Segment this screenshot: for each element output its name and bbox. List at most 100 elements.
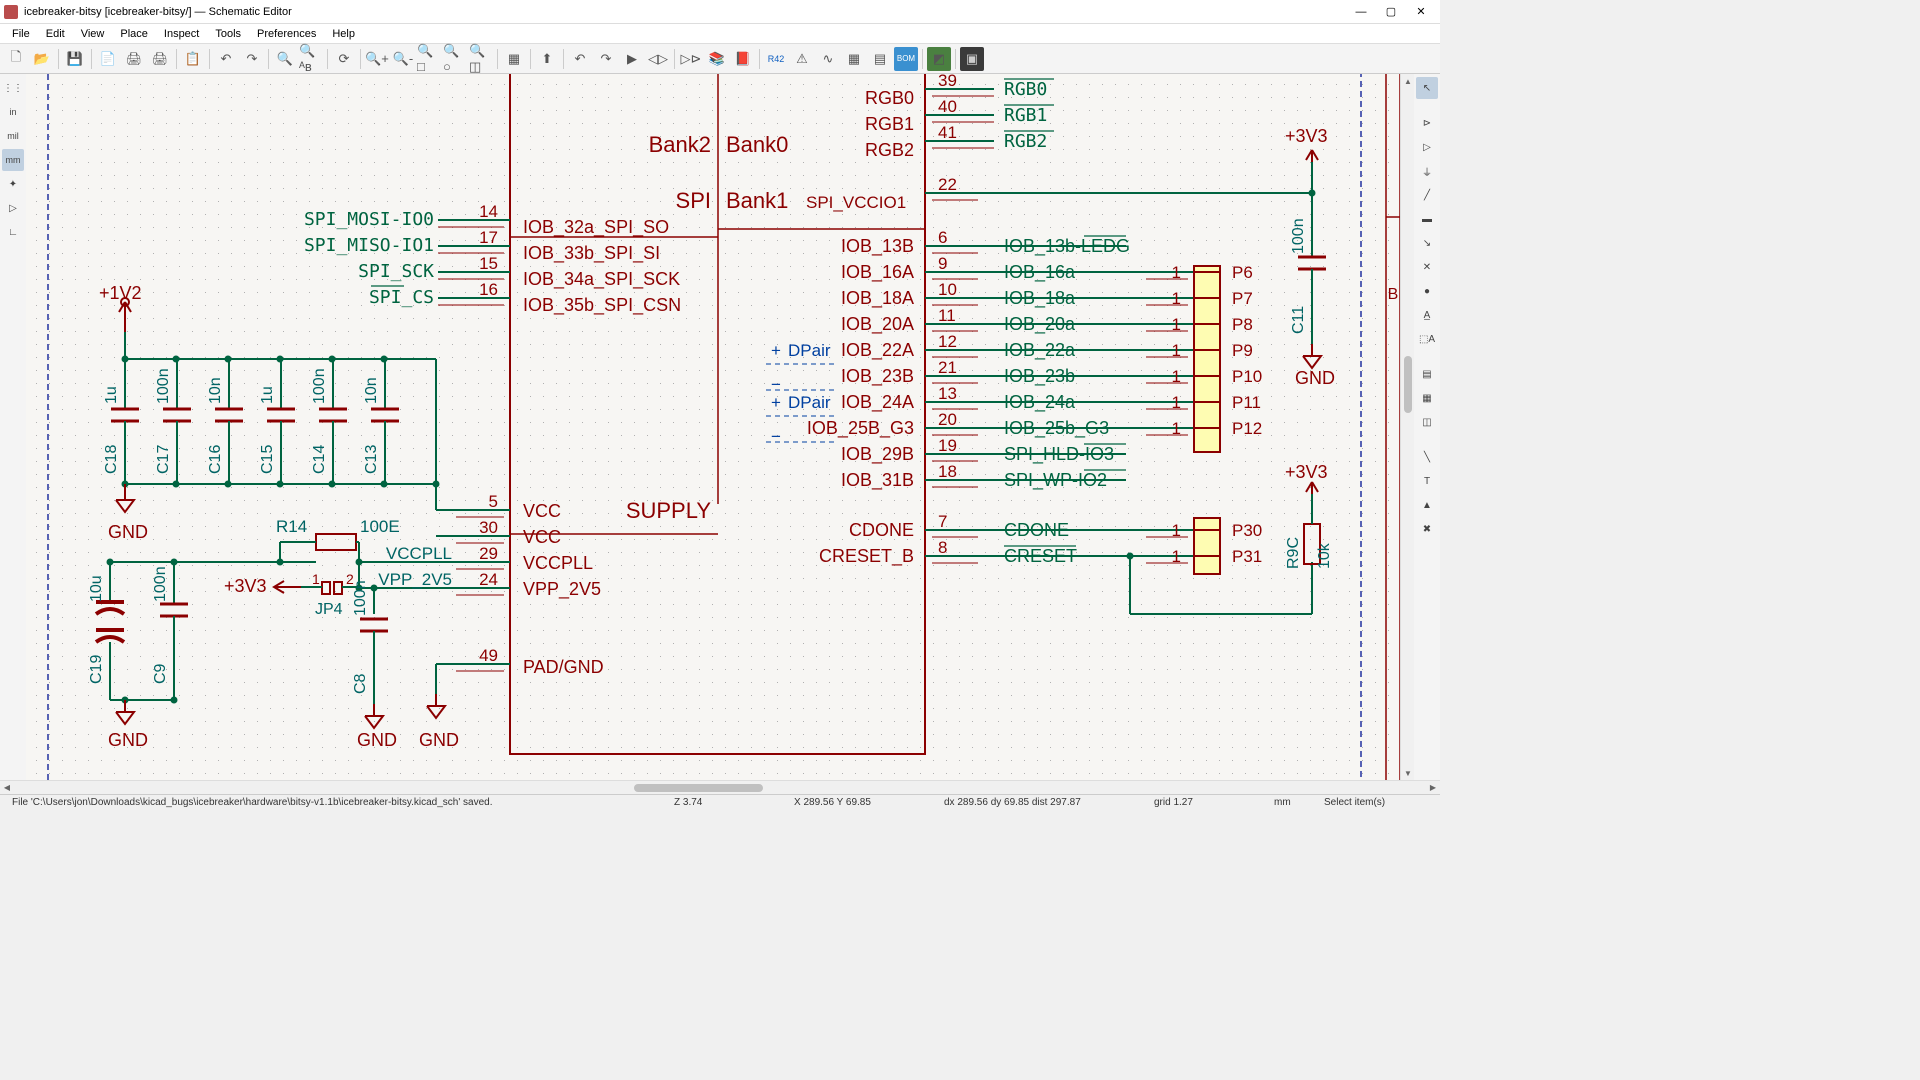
add-bus-entry-icon[interactable]: ↘ (1416, 232, 1438, 254)
svg-text:100n: 100n (311, 368, 328, 404)
add-junction-icon[interactable]: ● (1416, 280, 1438, 302)
svg-text:20: 20 (938, 410, 957, 429)
highlight-net-icon[interactable]: ⊳ (1416, 112, 1438, 134)
rotate-ccw-icon[interactable]: ↶ (568, 47, 592, 71)
find-icon[interactable]: 🔍 (273, 47, 297, 71)
svg-text:10n: 10n (207, 377, 224, 404)
horizontal-scrollbar[interactable]: ◀▶ (0, 780, 1440, 794)
svg-text:12: 12 (938, 332, 957, 351)
zoom-fit-icon[interactable]: 🔍□ (417, 47, 441, 71)
right-toolbar: ↖ ⊳ ▷ ⏚ ╱ ▬ ↘ ✕ ● A̲ ⬚A ▤ ▦ ◫ ╲ T ▲ ✖ (1414, 74, 1440, 780)
svg-text:IOB_25B_G3: IOB_25B_G3 (807, 418, 914, 439)
add-symbol-icon[interactable]: ▷ (1416, 136, 1438, 158)
svg-text:VCCPLL: VCCPLL (386, 544, 452, 563)
add-hier-label-icon[interactable]: ▤ (1416, 363, 1438, 385)
add-global-label-icon[interactable]: ⬚A (1416, 328, 1438, 350)
add-power-icon[interactable]: ⏚ (1416, 160, 1438, 182)
rotate-cw-icon[interactable]: ↷ (594, 47, 618, 71)
import-sheet-pin-icon[interactable]: ◫ (1416, 411, 1438, 433)
pcb-editor-icon[interactable]: ◩ (927, 47, 951, 71)
add-label-icon[interactable]: A̲ (1416, 304, 1438, 326)
redo-icon[interactable]: ↷ (240, 47, 264, 71)
bom-icon[interactable]: ▤ (868, 47, 892, 71)
add-line-icon[interactable]: ╲ (1416, 446, 1438, 468)
refresh-icon[interactable]: ⟳ (332, 47, 356, 71)
add-sheet-icon[interactable]: ▦ (1416, 387, 1438, 409)
svg-text:CRESET_B: CRESET_B (819, 546, 914, 567)
menu-help[interactable]: Help (326, 26, 361, 42)
add-noconnect-icon[interactable]: ✕ (1416, 256, 1438, 278)
print-icon[interactable]: 🖨 (122, 47, 146, 71)
svg-text:41: 41 (938, 123, 957, 142)
zoom-object-icon[interactable]: 🔍○ (443, 47, 467, 71)
svg-text:SPI: SPI (676, 188, 711, 213)
menu-edit[interactable]: Edit (40, 26, 71, 42)
svg-text:SPI_CS: SPI_CS (369, 287, 434, 308)
annotate-icon[interactable]: R42 (764, 47, 788, 71)
svg-text:R14: R14 (276, 517, 307, 536)
window-title: icebreaker-bitsy [icebreaker-bitsy/] — S… (24, 6, 1346, 18)
add-image-icon[interactable]: ▲ (1416, 494, 1438, 516)
scripting-console-icon[interactable]: ▣ (960, 47, 984, 71)
svg-text:+3V3: +3V3 (224, 576, 267, 596)
minimize-button[interactable]: — (1346, 2, 1376, 22)
add-bus-icon[interactable]: ▬ (1416, 208, 1438, 230)
hidden-pins-icon[interactable]: ▷ (2, 197, 24, 219)
menu-preferences[interactable]: Preferences (251, 26, 322, 42)
menu-view[interactable]: View (75, 26, 111, 42)
mirror-icon[interactable]: ◁▷ (646, 47, 670, 71)
simulator-icon[interactable]: ∿ (816, 47, 840, 71)
svg-text:+3V3: +3V3 (1285, 126, 1328, 146)
menu-inspect[interactable]: Inspect (158, 26, 205, 42)
svg-text:7: 7 (938, 512, 947, 531)
plot-icon[interactable]: 🖨 (148, 47, 172, 71)
zoom-in-icon[interactable]: 🔍+ (365, 47, 389, 71)
page-settings-icon[interactable]: 📄 (96, 47, 120, 71)
svg-text:IOB_31B: IOB_31B (841, 470, 914, 491)
menu-tools[interactable]: Tools (209, 26, 247, 42)
svg-text:RGB0: RGB0 (865, 88, 914, 108)
symbol-browser-icon[interactable]: 📚 (705, 47, 729, 71)
new-icon[interactable]: 🗋 (4, 47, 28, 71)
svg-text:P11: P11 (1232, 393, 1261, 412)
assign-fp-icon[interactable]: ▦ (842, 47, 866, 71)
bom-export-icon[interactable]: BOM (894, 47, 918, 71)
select-tool-icon[interactable]: ↖ (1416, 77, 1438, 99)
units-inch-icon[interactable]: in (2, 101, 24, 123)
units-mm-icon[interactable]: mm (2, 149, 24, 171)
free-angle-icon[interactable]: ∟ (2, 221, 24, 243)
erc-icon[interactable]: ⚠ (790, 47, 814, 71)
vertical-scrollbar[interactable]: ▲ ▼ (1400, 74, 1414, 780)
add-wire-icon[interactable]: ╱ (1416, 184, 1438, 206)
delete-tool-icon[interactable]: ✖ (1416, 518, 1438, 540)
svg-text:CDONE: CDONE (849, 520, 914, 540)
zoom-selection-icon[interactable]: 🔍◫ (469, 47, 493, 71)
replace-icon[interactable]: 🔍ᴬʙ (299, 47, 323, 71)
units-mil-icon[interactable]: mil (2, 125, 24, 147)
svg-text:1: 1 (312, 571, 320, 587)
close-button[interactable]: ✕ (1406, 2, 1436, 22)
cursor-shape-icon[interactable]: ✦ (2, 173, 24, 195)
open-icon[interactable]: 📂 (30, 47, 54, 71)
paste-icon[interactable]: 📋 (181, 47, 205, 71)
svg-text:JP4: JP4 (315, 601, 343, 618)
hierarchy-navigator-icon[interactable]: ▦ (502, 47, 526, 71)
symbol-editor-icon[interactable]: ▷⊳ (679, 47, 703, 71)
svg-text:P30: P30 (1232, 521, 1262, 540)
svg-text:C11: C11 (1290, 306, 1307, 334)
zoom-out-icon[interactable]: 🔍- (391, 47, 415, 71)
undo-icon[interactable]: ↶ (214, 47, 238, 71)
menu-place[interactable]: Place (114, 26, 154, 42)
run-icon[interactable]: ▶ (620, 47, 644, 71)
save-icon[interactable]: 💾 (63, 47, 87, 71)
grid-toggle-icon[interactable]: ⋮⋮ (2, 77, 24, 99)
svg-text:10u: 10u (88, 575, 105, 602)
svg-text:IOB_16a: IOB_16a (1004, 262, 1076, 283)
footprint-assign-icon[interactable]: 📕 (731, 47, 755, 71)
schematic-canvas[interactable]: B C Bank2 Bank0 SPI Bank1 SUPPLY RGB0 RG… (26, 74, 1400, 780)
menu-file[interactable]: File (6, 26, 36, 42)
maximize-button[interactable]: ▢ (1376, 2, 1406, 22)
add-text-icon[interactable]: T (1416, 470, 1438, 492)
svg-text:22: 22 (938, 175, 957, 194)
leave-sheet-icon[interactable]: ⬆ (535, 47, 559, 71)
